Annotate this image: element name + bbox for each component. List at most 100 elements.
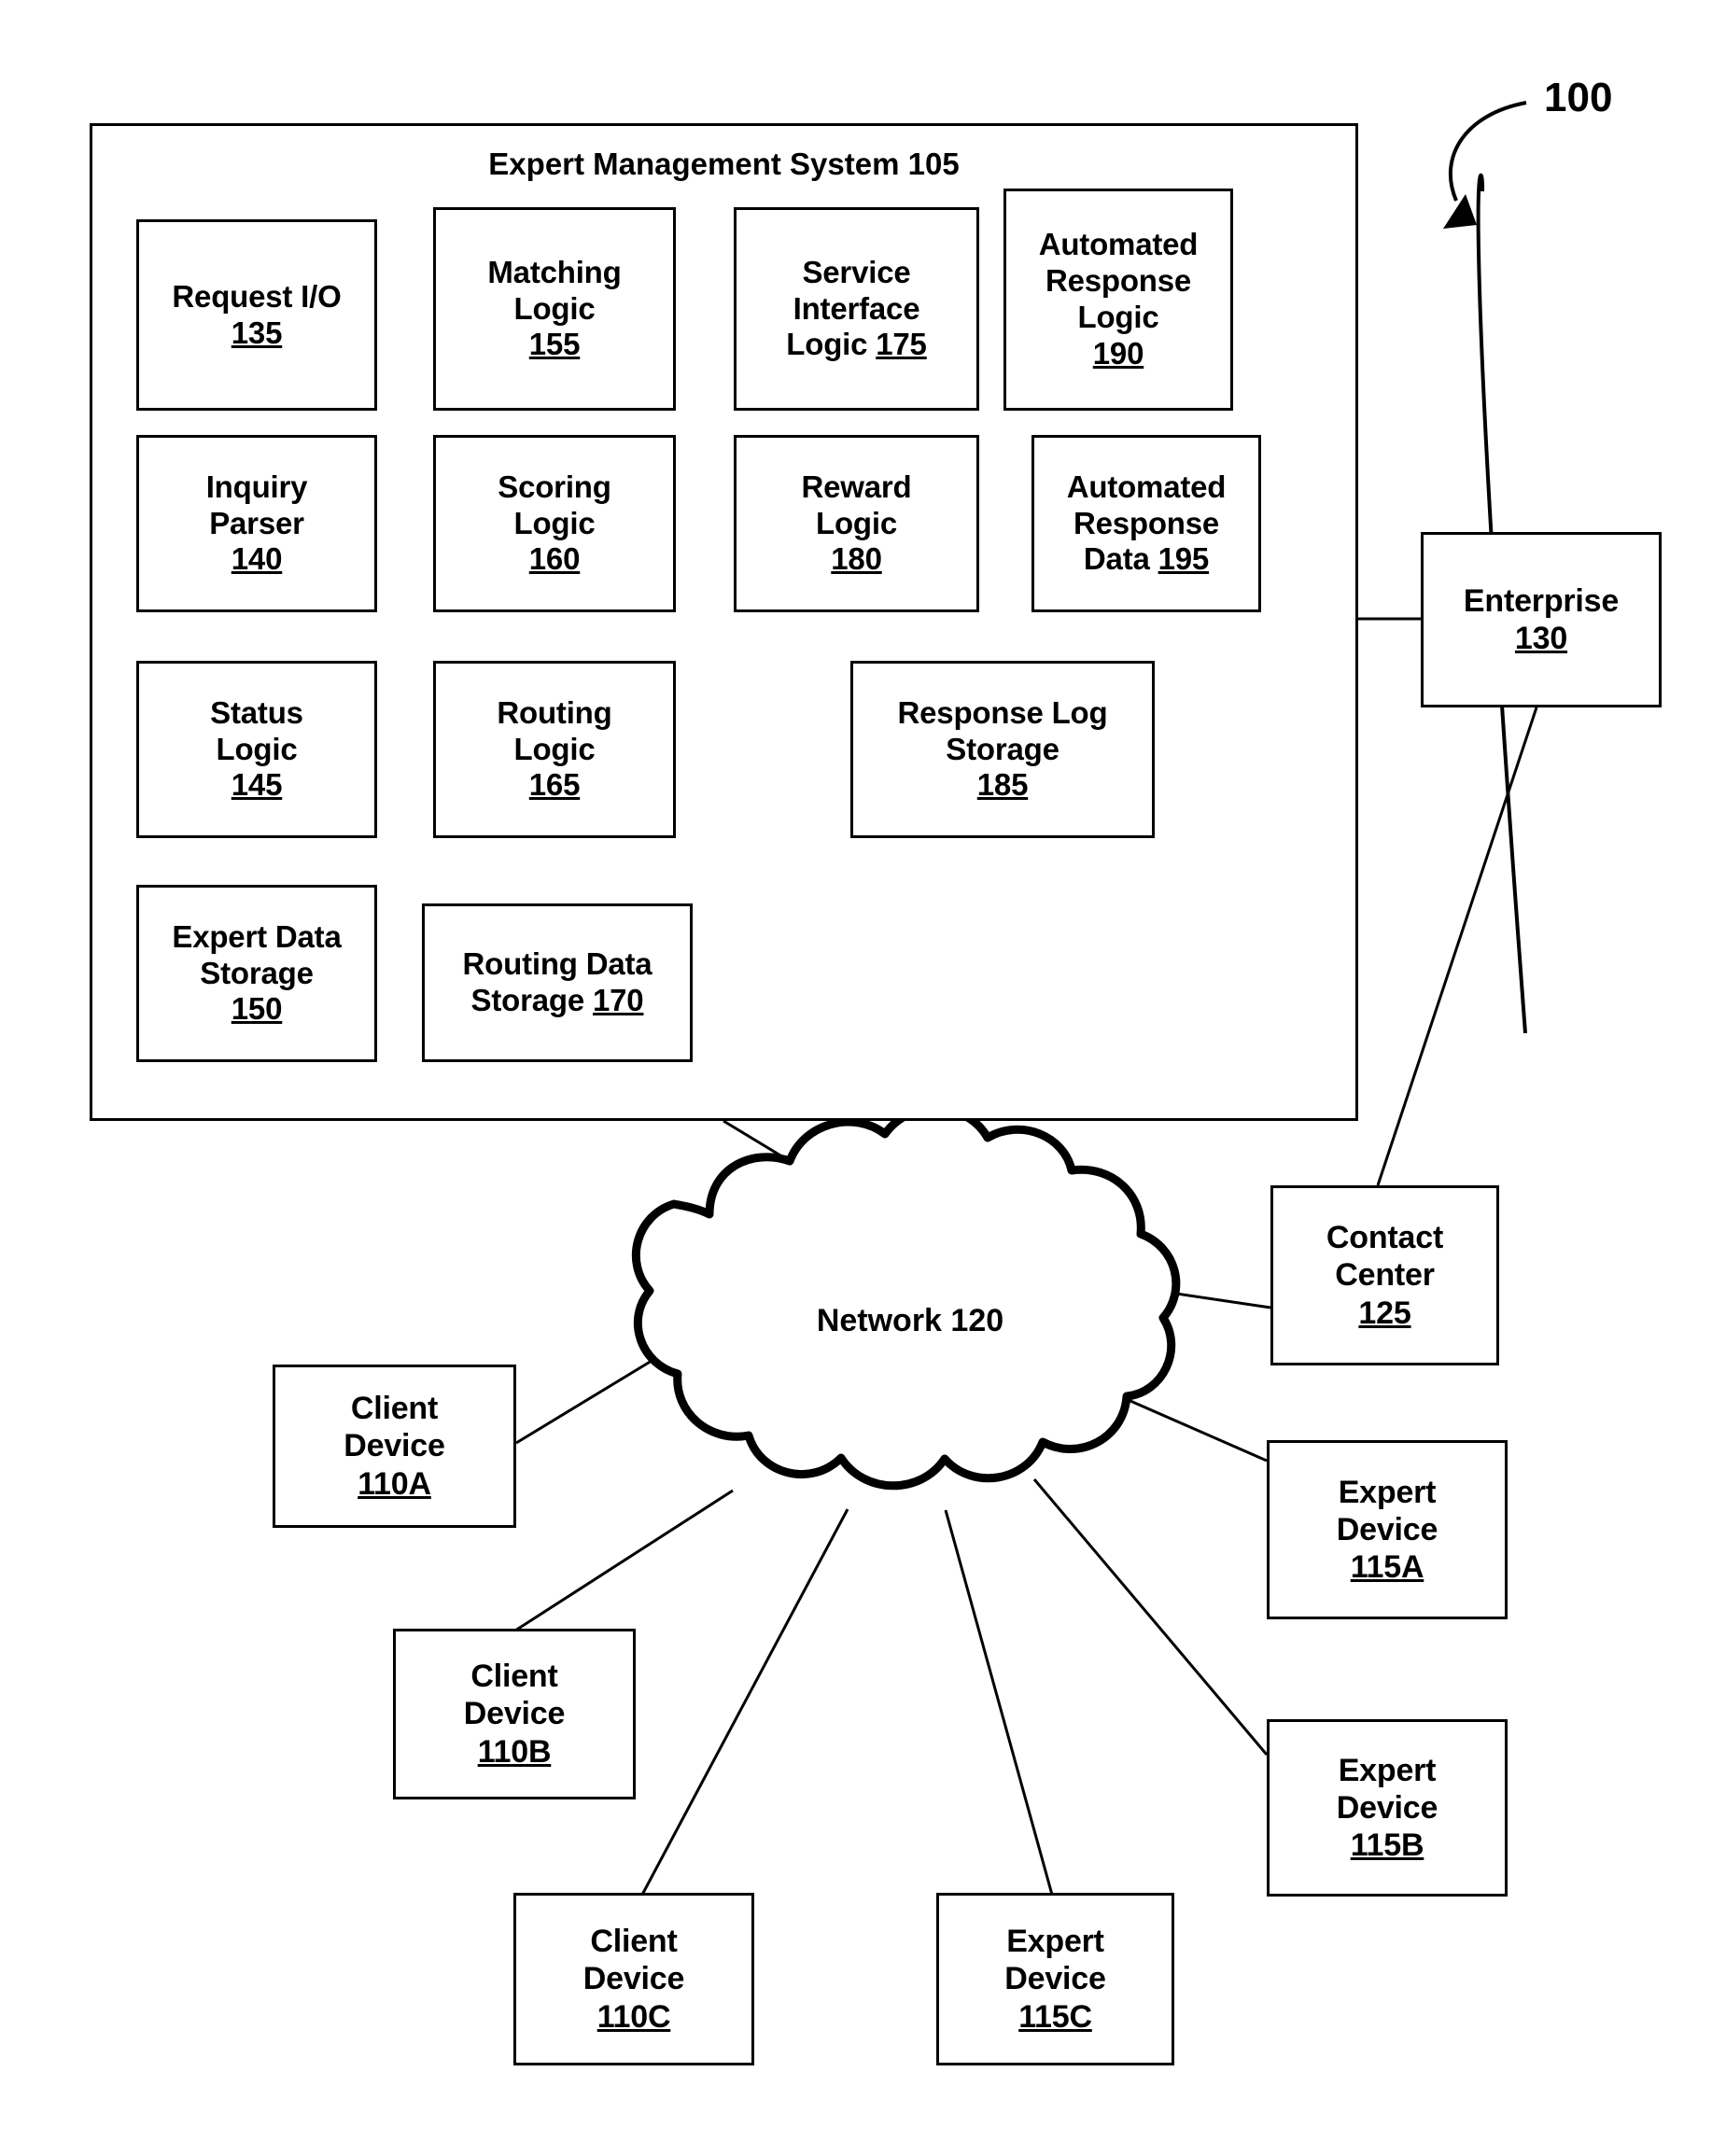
module-ref: 160 [528, 541, 581, 577]
module-scoring-logic[interactable]: Scoring Logic 160 [433, 435, 676, 612]
expert-device-label: Device [1336, 1789, 1438, 1826]
wire-enterprise-to-contact-center [1376, 707, 1538, 1186]
module-inquiry-parser[interactable]: Inquiry Parser 140 [136, 435, 377, 612]
module-ref-prefix: Logic [786, 327, 868, 362]
expert-device-ref: 115A [1350, 1549, 1424, 1586]
wire-network-to-expert-115b [1032, 1478, 1269, 1756]
module-line: Parser [209, 505, 304, 540]
module-ref: 140 [231, 541, 283, 577]
module-matching-logic[interactable]: Matching Logic 155 [433, 207, 676, 411]
module-reward-logic[interactable]: Reward Logic 180 [734, 435, 979, 612]
module-line: Storage [946, 731, 1059, 766]
expert-device-115c[interactable]: Expert Device 115C [936, 1893, 1174, 2065]
module-line: Logic [1077, 300, 1159, 334]
client-device-110a[interactable]: Client Device 110A [273, 1365, 516, 1528]
module-line: Reward [801, 469, 912, 504]
expert-device-115b[interactable]: Expert Device 115B [1267, 1719, 1508, 1897]
system-title-text: Expert Management System [488, 147, 900, 181]
module-automated-response-data[interactable]: Automated Response Data 195 [1031, 435, 1261, 612]
expert-management-system-title: Expert Management System 105 [92, 147, 1355, 182]
expert-device-115a[interactable]: Expert Device 115A [1267, 1440, 1508, 1619]
module-response-log-storage[interactable]: Response Log Storage 185 [850, 661, 1155, 838]
module-line: Automated [1038, 227, 1199, 262]
enterprise-ref: 130 [1514, 621, 1568, 656]
client-device-label: Client [590, 1924, 678, 1960]
expert-device-label: Expert [1006, 1924, 1104, 1960]
module-ref-prefix: Data [1083, 541, 1150, 577]
module-ref: 165 [528, 767, 581, 803]
wire-system-to-network [723, 1119, 892, 1225]
client-device-label: Client [470, 1659, 558, 1695]
client-device-110c[interactable]: Client Device 110C [513, 1893, 754, 2065]
client-device-ref: 110B [477, 1733, 552, 1770]
module-line: Routing Data [462, 946, 653, 982]
module-line: Storage [200, 955, 314, 990]
module-expert-data-storage[interactable]: Expert Data Storage 150 [136, 885, 377, 1062]
expert-device-label: Device [1336, 1511, 1438, 1547]
module-line: Request I/O [172, 278, 342, 314]
network-label: Network [816, 1303, 942, 1338]
figure-canvas: 100 Expert Management System 105 Request… [0, 0, 1726, 2156]
expert-device-label: Device [1004, 1961, 1106, 1997]
module-ref: 135 [231, 315, 283, 350]
enterprise-node[interactable]: Enterprise 130 [1421, 532, 1662, 707]
expert-device-ref: 115C [1018, 1998, 1092, 2035]
client-device-label: Device [344, 1428, 445, 1464]
wire-network-to-expert-115c [944, 1509, 1054, 1896]
module-automated-response-logic[interactable]: Automated Response Logic 190 [1003, 189, 1233, 411]
module-line: Interface [793, 290, 920, 326]
module-ref-prefix: Storage [470, 983, 585, 1017]
module-line: Response [1045, 263, 1192, 299]
module-line: Response Log [897, 694, 1108, 730]
wire-network-to-contact-center [1024, 1269, 1271, 1309]
wire-network-to-client-110b [514, 1489, 734, 1632]
module-service-interface-logic[interactable]: Service Interface Logic 175 [734, 207, 979, 411]
client-device-ref: 110A [358, 1465, 431, 1502]
contact-center-label: Contact [1326, 1220, 1444, 1256]
module-line: Logic [513, 290, 596, 326]
module-ref: 180 [831, 541, 882, 577]
network-cloud-shape [631, 1104, 1181, 1491]
module-ref: 150 [231, 991, 283, 1027]
expert-device-label: Expert [1338, 1474, 1437, 1510]
client-device-ref: 110C [596, 1998, 671, 2035]
module-ref-line: Logic 175 [786, 327, 927, 363]
figure-number-label: 100 [1544, 75, 1613, 120]
module-routing-data-storage[interactable]: Routing Data Storage 170 [422, 903, 693, 1062]
module-line: Service [802, 254, 911, 289]
module-line: Matching [487, 254, 622, 289]
figure-leader-curve [1448, 101, 1527, 202]
module-line: Expert Data [172, 918, 342, 954]
expert-device-ref: 115B [1350, 1827, 1424, 1864]
contact-center-ref: 125 [1358, 1295, 1411, 1331]
wire-network-to-client-110a [515, 1356, 657, 1445]
module-line: Logic [816, 505, 897, 540]
module-request-io[interactable]: Request I/O 135 [136, 219, 377, 411]
contact-center-label: Center [1335, 1257, 1435, 1294]
module-line: Scoring [498, 469, 611, 504]
client-device-label: Device [463, 1696, 566, 1732]
network-cloud-node[interactable]: Network 120 [709, 1302, 1111, 1405]
enterprise-label: Enterprise [1463, 582, 1620, 619]
module-ref: 175 [876, 327, 927, 362]
client-device-label: Device [582, 1961, 685, 1997]
module-routing-logic[interactable]: Routing Logic 165 [433, 661, 676, 838]
contact-center-node[interactable]: Contact Center 125 [1270, 1185, 1499, 1365]
module-line: Inquiry [205, 469, 308, 504]
module-ref: 185 [976, 767, 1029, 803]
module-line: Logic [216, 731, 298, 766]
module-line: Routing [497, 694, 612, 730]
module-status-logic[interactable]: Status Logic 145 [136, 661, 377, 838]
wire-network-to-expert-115a [1085, 1379, 1268, 1463]
module-ref: 190 [1092, 335, 1144, 371]
module-line: Logic [513, 505, 596, 540]
module-ref: 195 [1158, 541, 1210, 577]
module-line: Response [1073, 505, 1220, 540]
client-device-label: Client [350, 1391, 439, 1427]
module-ref-line: Storage 170 [471, 983, 644, 1019]
module-ref-line: Data 195 [1084, 541, 1209, 578]
client-device-110b[interactable]: Client Device 110B [393, 1629, 636, 1799]
expert-device-label: Expert [1338, 1752, 1437, 1788]
module-ref: 155 [528, 327, 581, 362]
module-line: Automated [1066, 469, 1227, 504]
